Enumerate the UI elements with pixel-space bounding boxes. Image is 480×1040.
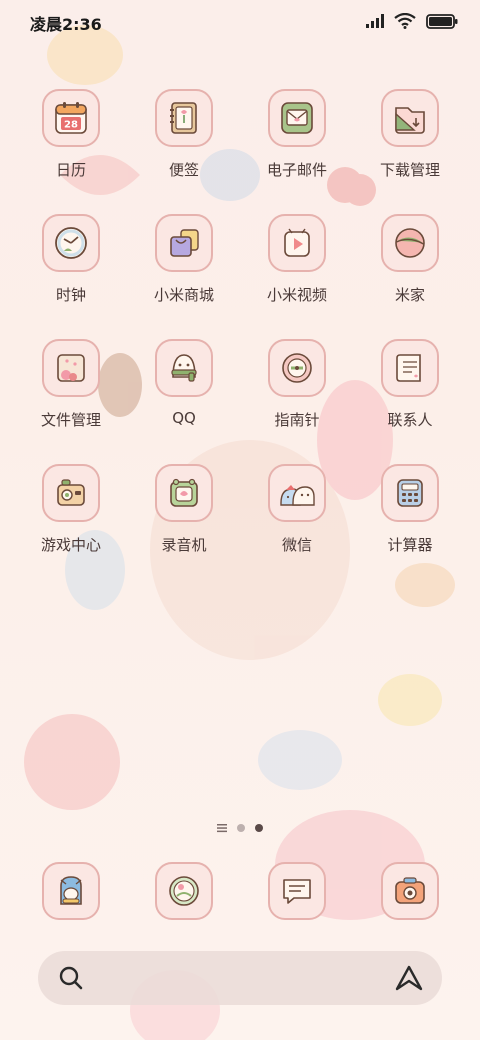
status-bar: 凌晨2:36 bbox=[0, 0, 480, 42]
app-tile[interactable] bbox=[155, 862, 213, 920]
app-tile[interactable] bbox=[42, 214, 100, 272]
app-tile[interactable] bbox=[268, 89, 326, 147]
app-tile[interactable] bbox=[155, 339, 213, 397]
dock-app[interactable] bbox=[42, 862, 100, 920]
app-tile[interactable] bbox=[381, 339, 439, 397]
app-tile[interactable] bbox=[268, 862, 326, 920]
app-contacts[interactable]: 联系人 bbox=[355, 339, 465, 459]
home-ball-icon bbox=[395, 228, 425, 258]
clock-icon bbox=[55, 227, 87, 259]
app-tile[interactable] bbox=[42, 464, 100, 522]
penguin-icon bbox=[171, 354, 197, 382]
app-mijia[interactable]: 米家 bbox=[355, 214, 465, 334]
ai-assistant-icon[interactable] bbox=[394, 964, 424, 992]
app-file-manager[interactable]: 文件管理 bbox=[16, 339, 126, 459]
app-compass[interactable]: 指南针 bbox=[242, 339, 352, 459]
app-label: 便签 bbox=[168, 161, 199, 179]
app-tile[interactable] bbox=[268, 339, 326, 397]
app-tile[interactable] bbox=[381, 464, 439, 522]
app-clock[interactable]: 时钟 bbox=[16, 214, 126, 334]
app-tile[interactable] bbox=[268, 464, 326, 522]
app-calendar[interactable]: 28 日历 bbox=[16, 89, 126, 209]
video-play-icon bbox=[284, 228, 310, 257]
contacts-scroll-icon bbox=[396, 354, 421, 382]
app-tile[interactable] bbox=[381, 89, 439, 147]
search-icon[interactable] bbox=[58, 965, 84, 991]
notes-icon bbox=[170, 102, 197, 134]
signal-icon bbox=[366, 14, 384, 28]
app-tile[interactable] bbox=[268, 214, 326, 272]
dock-app[interactable] bbox=[155, 862, 213, 920]
app-label: 小米商城 bbox=[153, 286, 214, 304]
app-label: 下载管理 bbox=[379, 161, 440, 179]
search-bar[interactable] bbox=[38, 951, 442, 1005]
page-dot[interactable] bbox=[255, 824, 263, 832]
folder-icon bbox=[57, 354, 85, 382]
app-label: 时钟 bbox=[55, 286, 86, 304]
status-time: 凌晨2:36 bbox=[30, 15, 102, 34]
app-recorder[interactable]: 录音机 bbox=[129, 464, 239, 584]
app-mi-store[interactable]: 小米商城 bbox=[129, 214, 239, 334]
browser-globe-icon bbox=[169, 876, 199, 906]
app-label: 米家 bbox=[394, 286, 425, 304]
app-label: 游戏中心 bbox=[40, 536, 101, 554]
app-notes[interactable]: 便签 bbox=[129, 89, 239, 209]
calendar-date: 28 bbox=[64, 120, 78, 131]
app-label: 小米视频 bbox=[266, 286, 327, 304]
camera-icon bbox=[395, 877, 425, 904]
wifi-icon bbox=[394, 13, 416, 29]
messages-icon bbox=[283, 879, 311, 904]
app-tile[interactable]: 28 bbox=[42, 89, 100, 147]
app-tile[interactable] bbox=[155, 464, 213, 522]
calculator-icon bbox=[397, 479, 423, 507]
page-indicator[interactable] bbox=[217, 823, 263, 833]
page-dot[interactable] bbox=[237, 824, 245, 832]
status-icons bbox=[366, 13, 458, 29]
dock-app[interactable] bbox=[268, 862, 326, 920]
app-label: 日历 bbox=[55, 161, 86, 179]
email-icon bbox=[281, 102, 313, 134]
app-download[interactable]: 下载管理 bbox=[355, 89, 465, 209]
dock-app[interactable] bbox=[381, 862, 439, 920]
game-camera-icon bbox=[57, 479, 85, 506]
app-label: QQ bbox=[172, 409, 196, 427]
calendar-icon: 28 bbox=[55, 102, 87, 134]
app-label: 录音机 bbox=[161, 536, 207, 554]
app-tile[interactable] bbox=[381, 862, 439, 920]
app-label: 电子邮件 bbox=[266, 161, 327, 179]
app-tile[interactable] bbox=[381, 214, 439, 272]
app-tile[interactable] bbox=[155, 214, 213, 272]
app-calculator[interactable]: 计算器 bbox=[355, 464, 465, 584]
app-label: 计算器 bbox=[387, 536, 433, 554]
compass-icon bbox=[282, 353, 312, 383]
app-tile[interactable] bbox=[155, 89, 213, 147]
shopping-bag-icon bbox=[170, 229, 199, 257]
app-mi-video[interactable]: 小米视频 bbox=[242, 214, 352, 334]
wechat-icon bbox=[280, 485, 315, 506]
app-game-center[interactable]: 游戏中心 bbox=[16, 464, 126, 584]
feed-page-icon[interactable] bbox=[217, 823, 227, 833]
app-tile[interactable] bbox=[42, 862, 100, 920]
app-label: 文件管理 bbox=[40, 411, 101, 429]
download-icon bbox=[395, 107, 425, 134]
cat-app-icon bbox=[60, 876, 82, 905]
app-label: 指南针 bbox=[274, 411, 320, 429]
app-label: 联系人 bbox=[387, 411, 433, 429]
recorder-icon bbox=[170, 478, 198, 507]
app-tile[interactable] bbox=[42, 339, 100, 397]
app-label: 微信 bbox=[281, 536, 312, 554]
app-qq[interactable]: QQ bbox=[129, 339, 239, 459]
battery-icon bbox=[426, 13, 458, 29]
app-email[interactable]: 电子邮件 bbox=[242, 89, 352, 209]
app-wechat[interactable]: 微信 bbox=[242, 464, 352, 584]
